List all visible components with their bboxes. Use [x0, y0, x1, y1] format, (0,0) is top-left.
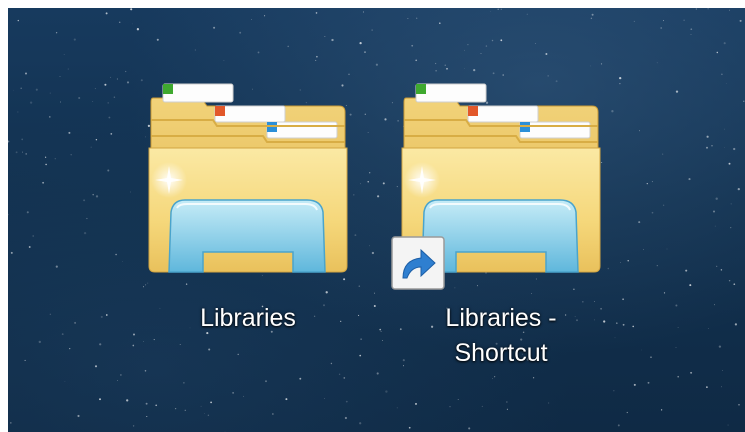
icon-label-line-1: Libraries - [445, 304, 557, 332]
shortcut-arrow-icon [391, 236, 445, 290]
desktop-icon-libraries-shortcut[interactable]: Libraries - Shortcut [391, 76, 611, 371]
desktop-wallpaper[interactable]: Libraries Libraries - Shortcut [8, 8, 745, 432]
starfield-background [8, 8, 745, 432]
icon-label-line-2: Shortcut [454, 339, 548, 367]
icon-label-libraries-shortcut: Libraries - Shortcut [391, 301, 611, 371]
icon-label-libraries: Libraries [200, 304, 296, 332]
desktop-icon-libraries[interactable]: Libraries [138, 76, 358, 336]
libraries-folder-icon [148, 83, 348, 273]
